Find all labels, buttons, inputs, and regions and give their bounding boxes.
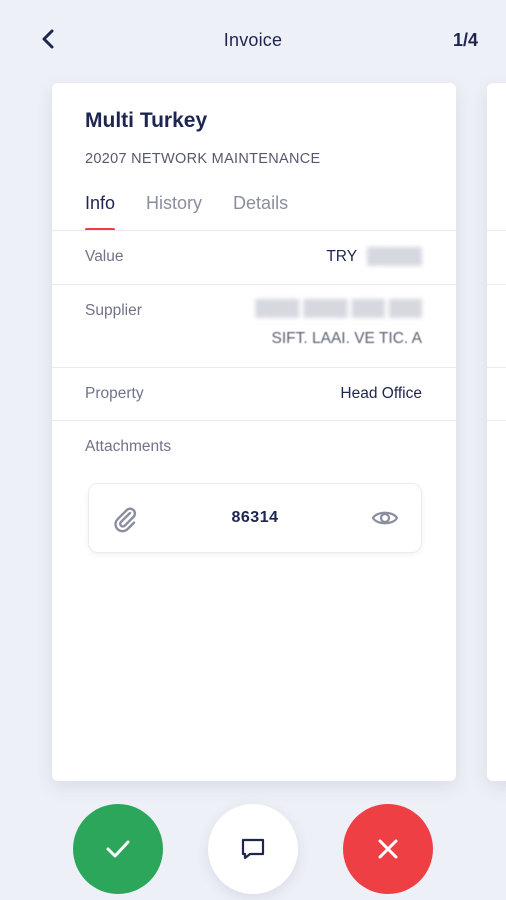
supplier-label: Supplier xyxy=(85,302,142,319)
supplier-line-2: SIFT. LAAI. VE TIC. A xyxy=(271,330,422,347)
chat-bubble-icon xyxy=(241,838,265,860)
page-counter: 1/4 xyxy=(452,30,478,50)
eye-icon[interactable] xyxy=(371,506,399,530)
close-icon xyxy=(378,839,398,859)
divider xyxy=(52,367,456,368)
comment-button[interactable] xyxy=(208,804,298,894)
supplier-line-1: ████ ████ ███ ███ xyxy=(255,300,422,317)
page-title: Invoice xyxy=(223,30,283,50)
next-invoice-card[interactable] xyxy=(487,83,506,781)
top-bar: Invoice 1/4 xyxy=(0,0,506,82)
reject-button[interactable] xyxy=(343,804,433,894)
tab-info[interactable]: Info xyxy=(85,193,116,231)
divider xyxy=(52,420,456,421)
divider xyxy=(52,284,456,285)
attachment-item[interactable]: 86314 xyxy=(88,483,422,553)
value-amount: TRY █████ xyxy=(326,248,422,266)
divider xyxy=(52,230,456,231)
value-label: Value xyxy=(85,248,124,265)
tab-bar: Info History Details xyxy=(85,193,319,231)
attachments-label: Attachments xyxy=(85,438,172,455)
divider xyxy=(487,284,506,285)
tab-details[interactable]: Details xyxy=(233,193,288,231)
divider xyxy=(487,230,506,231)
property-value: Head Office xyxy=(340,385,422,402)
company-name: Multi Turkey xyxy=(85,109,208,132)
approve-button[interactable] xyxy=(73,804,163,894)
value-currency: TRY xyxy=(326,248,357,265)
invoice-card: Multi Turkey 20207 NETWORK MAINTENANCE I… xyxy=(52,83,456,781)
tab-history[interactable]: History xyxy=(146,193,202,231)
property-label: Property xyxy=(85,385,144,402)
value-redacted: █████ xyxy=(367,248,422,265)
check-icon xyxy=(106,840,130,858)
divider xyxy=(487,420,506,421)
divider xyxy=(487,367,506,368)
invoice-subtitle: 20207 NETWORK MAINTENANCE xyxy=(85,151,321,167)
